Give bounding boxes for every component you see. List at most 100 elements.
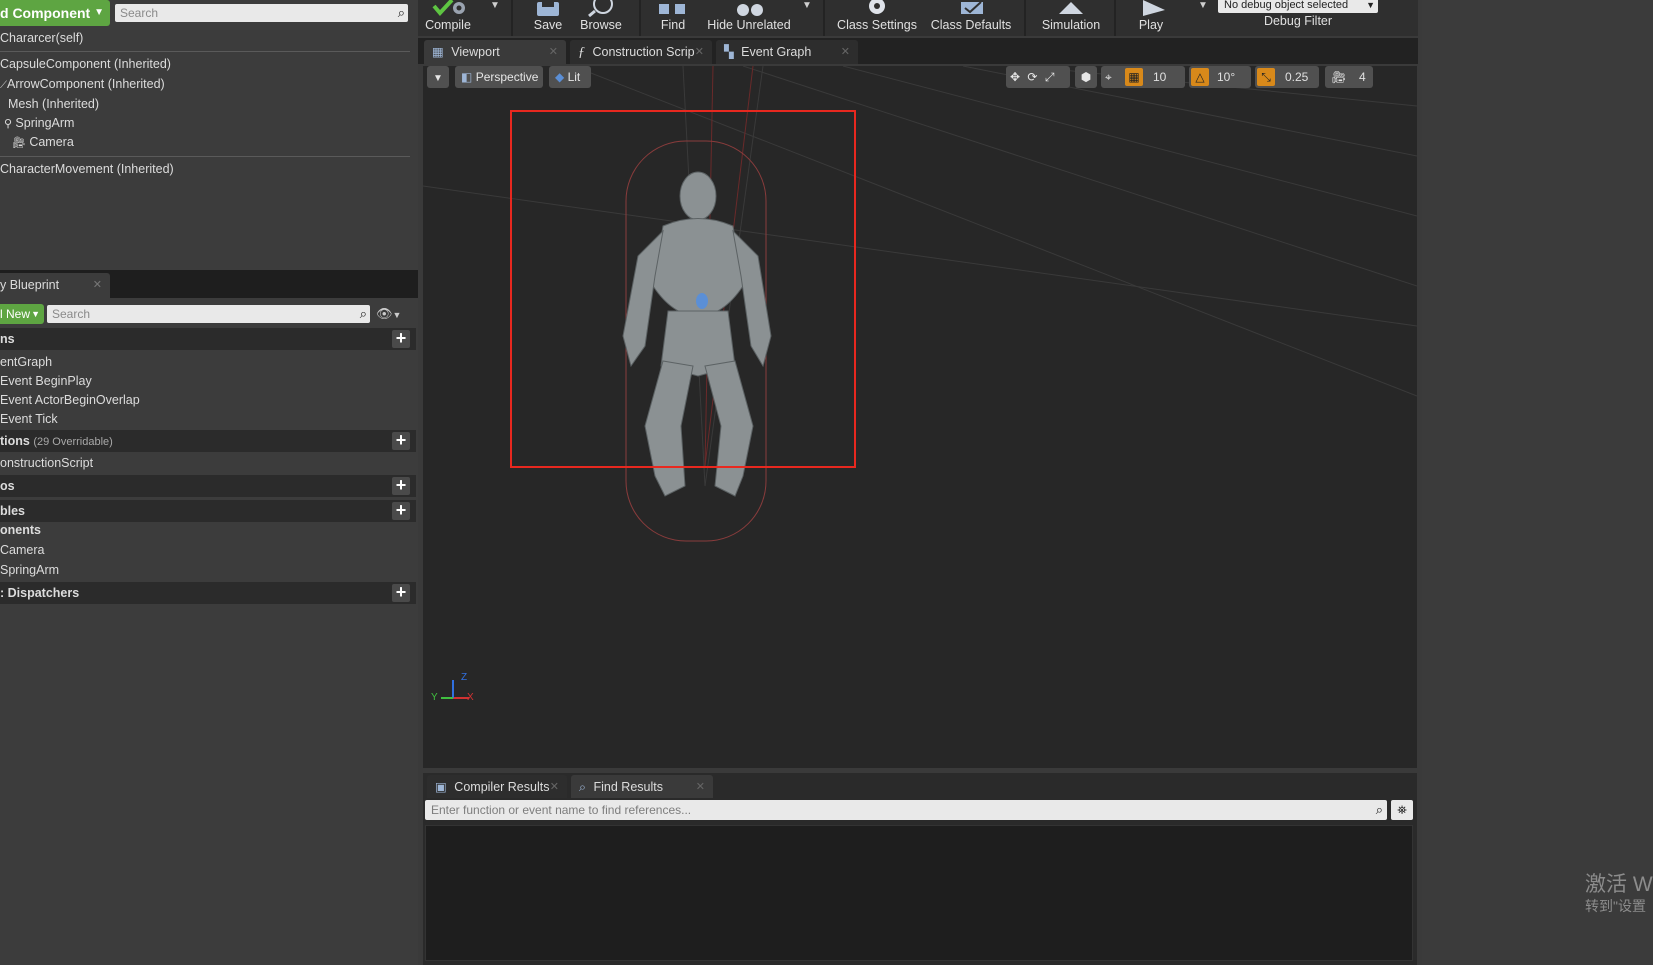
- tree-item-self[interactable]: Chararcer(self): [0, 28, 83, 48]
- tab-viewport[interactable]: ▦ Viewport ✕: [424, 40, 566, 64]
- tab-event-graph[interactable]: ▚ Event Graph ✕: [716, 40, 858, 64]
- class-defaults-button[interactable]: Class Defaults: [928, 0, 1014, 36]
- find-in-all-blueprints-button[interactable]: ⛯: [1391, 800, 1413, 820]
- right-empty-area: [1422, 0, 1653, 965]
- tree-item-mesh[interactable]: Mesh (Inherited): [8, 94, 99, 114]
- section-variables[interactable]: bles +: [0, 500, 416, 522]
- section-graphs[interactable]: ns +: [0, 328, 416, 350]
- play-options-caret[interactable]: ▼: [1198, 0, 1208, 11]
- chevron-down-icon: ▼: [31, 309, 40, 319]
- compile-options-caret[interactable]: ▼: [490, 0, 500, 11]
- find-results-list: [425, 825, 1413, 961]
- play-icon: [1143, 0, 1165, 16]
- camera-icon: 🎥︎: [12, 137, 26, 149]
- rotation-snap-control[interactable]: △ 10°: [1189, 66, 1251, 88]
- hide-unrelated-button[interactable]: Hide Unrelated: [704, 0, 794, 36]
- world-icon: ⬢: [1080, 70, 1092, 84]
- section-functions[interactable]: tions (29 Overridable) +: [0, 430, 416, 452]
- tree-item-camera[interactable]: 🎥︎ Camera: [12, 132, 74, 152]
- eye-icon: 👁︎: [376, 306, 393, 321]
- chevron-down-icon: ▼: [433, 73, 443, 84]
- class-defaults-icon: [961, 1, 983, 14]
- surface-snap-icon[interactable]: ⌖: [1105, 70, 1112, 84]
- tab-compiler-results[interactable]: ▣ Compiler Results ✕: [427, 775, 567, 799]
- section-event-dispatchers[interactable]: : Dispatchers +: [0, 582, 416, 604]
- perspective-button[interactable]: ◧ Perspective: [455, 66, 543, 88]
- close-icon[interactable]: ✕: [93, 273, 102, 298]
- camera-speed-control[interactable]: 🎥︎ 4: [1325, 66, 1373, 88]
- tree-item-capsule[interactable]: CapsuleComponent (Inherited): [0, 54, 171, 74]
- class-settings-button[interactable]: Class Settings: [832, 0, 922, 36]
- scale-snap-control[interactable]: ⤡ 0.25: [1255, 66, 1319, 88]
- graph-item-actorbeginoverlap[interactable]: Event ActorBeginOverlap: [0, 390, 140, 410]
- simulation-button[interactable]: Simulation: [1036, 0, 1106, 36]
- add-new-button[interactable]: l New ▼: [0, 304, 44, 324]
- tree-item-springarm[interactable]: ⚲ SpringArm: [4, 113, 74, 133]
- perspective-icon: ◧: [461, 70, 473, 84]
- grid-snap-icon[interactable]: ▦: [1125, 68, 1143, 86]
- play-button[interactable]: Play: [1126, 0, 1176, 36]
- close-icon[interactable]: ✕: [695, 40, 704, 64]
- transform-tools[interactable]: ✥ ⟳ ⤢: [1006, 66, 1070, 88]
- close-icon[interactable]: ✕: [550, 775, 559, 799]
- close-icon[interactable]: ✕: [841, 40, 850, 64]
- scale-snap-icon[interactable]: ⤡: [1257, 68, 1275, 86]
- grid-snap-control[interactable]: ⌖ ▦ 10: [1101, 66, 1185, 88]
- activation-watermark-sub: 转到"设置: [1585, 898, 1646, 914]
- subsection-components[interactable]: onents: [0, 520, 41, 540]
- tab-my-blueprint[interactable]: y Blueprint ✕: [0, 273, 110, 298]
- graph-item-beginplay[interactable]: Event BeginPlay: [0, 371, 92, 391]
- find-references-input[interactable]: Enter function or event name to find ref…: [425, 800, 1387, 820]
- scale-icon[interactable]: ⤢: [1045, 70, 1055, 84]
- graph-item-tick[interactable]: Event Tick: [0, 409, 58, 429]
- visibility-options-button[interactable]: 👁︎▼: [376, 304, 401, 324]
- add-graph-button[interactable]: +: [392, 329, 410, 348]
- hide-unrelated-caret[interactable]: ▼: [802, 0, 812, 11]
- find-button[interactable]: Find: [648, 0, 698, 36]
- tab-find-results[interactable]: ⌕ Find Results ✕: [571, 775, 713, 799]
- toolbar: Compile ▼ Save Browse Find Hide Unrelate…: [418, 0, 1418, 36]
- add-macro-button[interactable]: +: [392, 476, 410, 495]
- debug-object-select[interactable]: No debug object selected ▼: [1218, 0, 1378, 13]
- close-icon[interactable]: ✕: [696, 775, 705, 799]
- axis-x-label: X: [467, 692, 474, 703]
- compile-button[interactable]: Compile: [424, 0, 472, 36]
- components-search-input[interactable]: Search ⌕: [115, 4, 408, 22]
- add-function-button[interactable]: +: [392, 431, 410, 450]
- function-icon: ƒ: [578, 45, 585, 60]
- toolbar-separator: [1114, 0, 1116, 36]
- rotation-snap-icon[interactable]: △: [1191, 68, 1209, 86]
- blueprint-search-input[interactable]: Search ⌕: [47, 305, 370, 323]
- gear-icon: [869, 0, 885, 14]
- chevron-down-icon: ▼: [94, 7, 104, 18]
- hide-unrelated-icon: [737, 4, 763, 16]
- toolbar-separator: [639, 0, 641, 36]
- function-item-constructionscript[interactable]: onstructionScript: [0, 453, 93, 473]
- tree-item-charactermovement[interactable]: CharacterMovement (Inherited): [0, 159, 174, 179]
- variable-item-camera[interactable]: Camera: [0, 540, 44, 560]
- lit-button[interactable]: ◆ Lit: [549, 66, 591, 88]
- section-macros[interactable]: os +: [0, 475, 416, 497]
- viewport-options-button[interactable]: ▼: [427, 66, 449, 88]
- close-icon[interactable]: ✕: [549, 40, 558, 64]
- tab-construction-script[interactable]: ƒ Construction Scrip ✕: [570, 40, 712, 64]
- compile-icon: [432, 0, 465, 17]
- variable-item-springarm[interactable]: SpringArm: [0, 560, 59, 580]
- coordinate-system-button[interactable]: ⬢: [1075, 66, 1097, 88]
- tree-item-arrow[interactable]: ⟋ArrowComponent (Inherited): [0, 74, 165, 94]
- activation-watermark: 激活 W: [1585, 873, 1653, 896]
- my-blueprint-tabbar: y Blueprint ✕: [0, 270, 418, 298]
- browse-button[interactable]: Browse: [574, 0, 628, 36]
- translate-icon[interactable]: ✥: [1010, 70, 1020, 84]
- toolbar-separator: [511, 0, 513, 36]
- divider: [0, 51, 410, 52]
- rotate-icon[interactable]: ⟳: [1027, 70, 1037, 84]
- viewport[interactable]: Z X Y ▼ ◧ Perspective ◆ Lit ✥ ⟳ ⤢ ⬢ ⌖ ▦ …: [423, 66, 1417, 768]
- find-results-panel: Enter function or event name to find ref…: [423, 798, 1417, 965]
- add-dispatcher-button[interactable]: +: [392, 583, 410, 602]
- viewport-grid: [423, 66, 1417, 699]
- add-variable-button[interactable]: +: [392, 501, 410, 520]
- save-button[interactable]: Save: [528, 0, 568, 36]
- graph-item-eventgraph[interactable]: entGraph: [0, 352, 52, 372]
- add-component-button[interactable]: d Component ▼: [0, 0, 110, 26]
